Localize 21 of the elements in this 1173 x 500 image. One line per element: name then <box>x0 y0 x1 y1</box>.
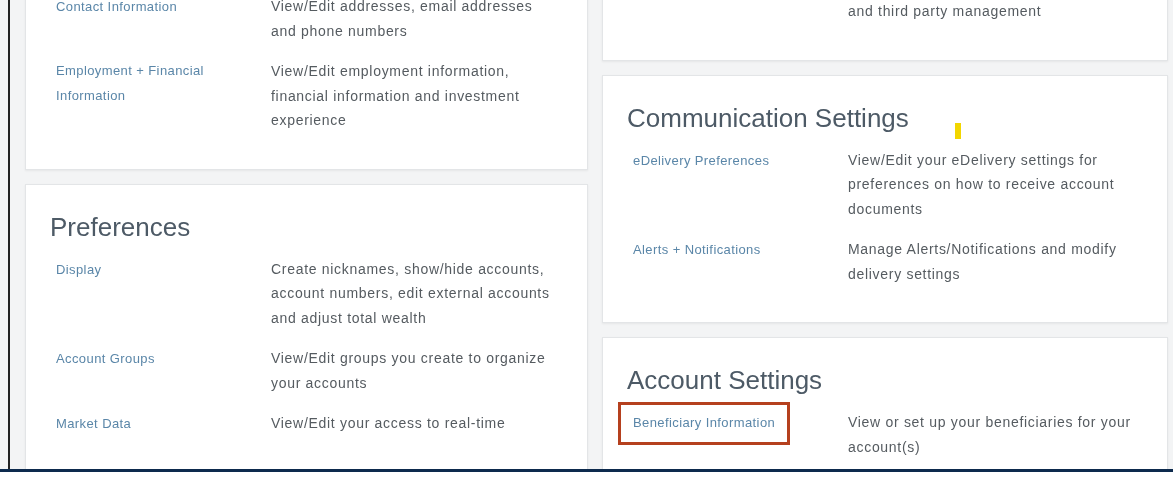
setting-description: View/Edit your access to real-time <box>271 414 507 433</box>
settings-link[interactable]: Account Groups <box>56 347 155 372</box>
section-title: Account Settings <box>627 364 823 397</box>
settings-link[interactable]: Market Data <box>56 412 132 437</box>
setting-description: Create nicknames, show/hide accounts, account numbers, edit external accounts and adjust total wealth <box>271 259 551 328</box>
settings-link[interactable]: eDelivery Preferences <box>633 148 770 173</box>
settings-link[interactable]: Alerts + Notifications <box>633 238 761 263</box>
section-title: Preferences <box>50 210 191 244</box>
setting-description: View/Edit groups you create to organize your accounts <box>271 349 547 393</box>
setting-description: View/Edit employment information, financial information and investment experience <box>271 62 521 130</box>
setting-description: View or set up your beneficiaries for your account(s) <box>848 413 1132 457</box>
setting-description: View/Edit your eDelivery settings for preferences on how to receive account documents <box>848 150 1116 219</box>
settings-link[interactable]: Contact Information <box>56 0 178 20</box>
cursor-marker-icon <box>955 123 961 139</box>
settings-link[interactable]: Beneficiary Information <box>618 402 791 445</box>
settings-link[interactable]: Display <box>56 257 102 282</box>
setting-description: and third party management <box>848 2 1043 21</box>
setting-description: View/Edit addresses, email addresses and phone numbers <box>271 0 534 41</box>
settings-link[interactable]: Employment + Financial Information <box>56 59 246 108</box>
setting-description: Manage Alerts/Notifications and modify delivery settings <box>848 240 1118 284</box>
section-title: Communication Settings <box>627 101 909 135</box>
